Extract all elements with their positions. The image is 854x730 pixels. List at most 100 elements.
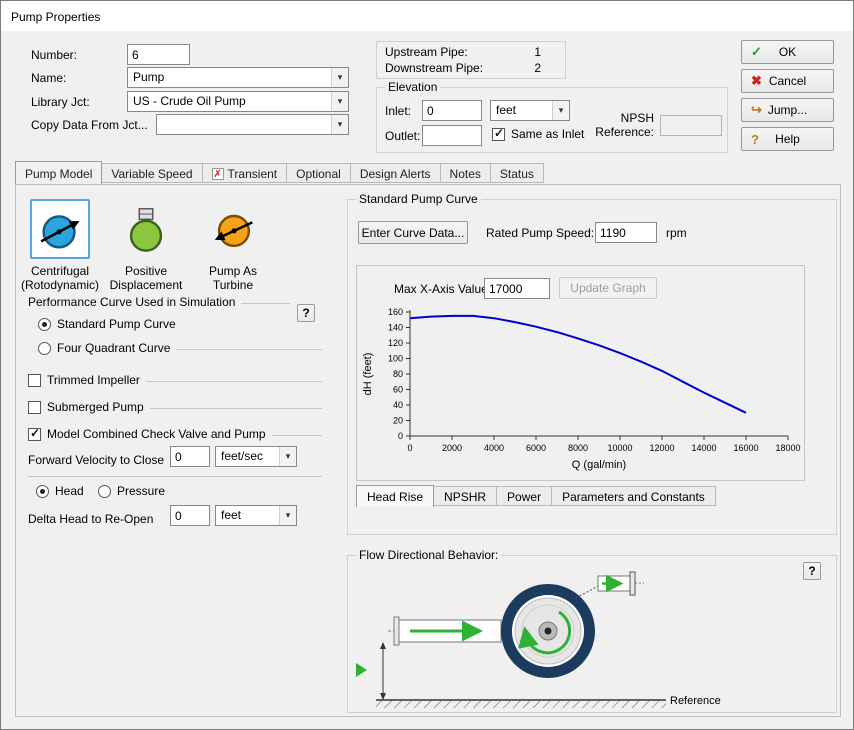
centrifugal-pump-icon bbox=[34, 203, 86, 255]
standard-pump-curve-radio-row[interactable]: Standard Pump Curve bbox=[38, 317, 176, 331]
cancel-button[interactable]: ✖ Cancel bbox=[741, 69, 834, 93]
sub-tab-head-rise[interactable]: Head Rise bbox=[356, 485, 434, 507]
submerged-pump-row[interactable]: Submerged Pump bbox=[28, 400, 322, 414]
positive-displacement-label: PositiveDisplacement bbox=[98, 264, 194, 292]
outlet-elevation-input[interactable] bbox=[422, 125, 482, 146]
svg-text:6000: 6000 bbox=[526, 443, 546, 453]
trimmed-impeller-row[interactable]: Trimmed Impeller bbox=[28, 373, 322, 387]
svg-text:0: 0 bbox=[398, 431, 403, 441]
delta-head-unit: feet bbox=[216, 506, 279, 525]
submerged-pump-checkbox[interactable] bbox=[28, 401, 41, 414]
svg-text:8000: 8000 bbox=[568, 443, 588, 453]
pump-type-centrifugal-button[interactable] bbox=[30, 199, 90, 259]
downstream-pipe-label: Downstream Pipe: bbox=[385, 61, 483, 75]
name-label: Name: bbox=[31, 71, 66, 85]
update-graph-button: Update Graph bbox=[559, 277, 657, 299]
inlet-elevation-input[interactable] bbox=[422, 100, 482, 121]
standard-pump-curve-radio[interactable] bbox=[38, 318, 51, 331]
forward-velocity-unit-combo[interactable]: feet/sec ▾ bbox=[215, 446, 297, 467]
divider bbox=[28, 476, 322, 477]
four-quadrant-radio-row[interactable]: Four Quadrant Curve bbox=[38, 341, 322, 355]
svg-text:80: 80 bbox=[393, 369, 403, 379]
pump-type-positive-displacement-button[interactable] bbox=[116, 199, 176, 259]
flow-behavior-help-button[interactable]: ? bbox=[803, 562, 821, 580]
help-button[interactable]: ? Help bbox=[741, 127, 834, 151]
tab-notes[interactable]: Notes bbox=[441, 163, 491, 183]
forward-velocity-input[interactable] bbox=[170, 446, 210, 467]
sub-tab-power[interactable]: Power bbox=[497, 486, 552, 506]
pump-as-turbine-label: Pump AsTurbine bbox=[185, 264, 281, 292]
pump-properties-dialog: Pump Properties Number: Name: Pump ▾ Lib… bbox=[0, 0, 854, 730]
name-combo[interactable]: Pump ▾ bbox=[127, 67, 349, 88]
transient-status-icon: ✗ bbox=[212, 168, 224, 180]
number-input[interactable] bbox=[127, 44, 190, 65]
library-jct-combo[interactable]: US - Crude Oil Pump ▾ bbox=[127, 91, 349, 112]
copy-data-label: Copy Data From Jct... bbox=[31, 118, 148, 132]
pump-type-turbine-button[interactable] bbox=[203, 199, 263, 259]
ok-button[interactable]: ✓ OK bbox=[741, 40, 834, 64]
trimmed-impeller-checkbox[interactable] bbox=[28, 374, 41, 387]
svg-text:60: 60 bbox=[393, 385, 403, 395]
elevation-group-title: Elevation bbox=[385, 80, 440, 94]
chevron-down-icon[interactable]: ▾ bbox=[552, 101, 569, 120]
delta-head-unit-combo[interactable]: feet ▾ bbox=[215, 505, 297, 526]
flow-directional-behavior-group: Flow Directional Behavior: ? Reference bbox=[347, 555, 837, 713]
delta-head-input[interactable] bbox=[170, 505, 210, 526]
svg-text:0: 0 bbox=[407, 443, 412, 453]
model-combined-check-valve-row[interactable]: Model Combined Check Valve and Pump bbox=[28, 427, 322, 441]
svg-text:2000: 2000 bbox=[442, 443, 462, 453]
rated-pump-speed-input[interactable] bbox=[595, 222, 657, 243]
name-combo-value: Pump bbox=[128, 68, 331, 87]
pressure-radio-row[interactable]: Pressure bbox=[98, 484, 165, 498]
tab-status[interactable]: Status bbox=[491, 163, 544, 183]
tab-pump-model[interactable]: Pump Model bbox=[15, 161, 102, 184]
chevron-down-icon[interactable]: ▾ bbox=[331, 115, 348, 134]
svg-text:18000: 18000 bbox=[775, 443, 800, 453]
head-radio-row[interactable]: Head bbox=[36, 484, 84, 498]
performance-curve-help-button[interactable]: ? bbox=[297, 304, 315, 322]
svg-text:160: 160 bbox=[388, 307, 403, 317]
svg-text:40: 40 bbox=[393, 400, 403, 410]
svg-text:14000: 14000 bbox=[691, 443, 716, 453]
same-as-inlet-label: Same as Inlet bbox=[511, 127, 584, 141]
svg-text:16000: 16000 bbox=[733, 443, 758, 453]
chevron-down-icon[interactable]: ▾ bbox=[279, 506, 296, 525]
rated-pump-speed-unit: rpm bbox=[666, 226, 687, 240]
copy-data-combo[interactable]: ▾ bbox=[156, 114, 349, 135]
standard-pump-curve-group-title: Standard Pump Curve bbox=[356, 192, 481, 206]
sub-tab-npshr[interactable]: NPSHR bbox=[434, 486, 497, 506]
same-as-inlet-checkbox[interactable] bbox=[492, 128, 505, 141]
tab-optional[interactable]: Optional bbox=[287, 163, 351, 183]
tab-design-alerts[interactable]: Design Alerts bbox=[351, 163, 441, 183]
jump-button[interactable]: ↪ Jump... bbox=[741, 98, 834, 122]
outlet-label: Outlet: bbox=[385, 129, 420, 143]
jump-arrow-icon: ↪ bbox=[751, 102, 762, 118]
chevron-down-icon[interactable]: ▾ bbox=[331, 68, 348, 87]
same-as-inlet-row[interactable]: Same as Inlet bbox=[492, 127, 584, 141]
tab-transient[interactable]: ✗ Transient bbox=[203, 163, 288, 183]
svg-text:12000: 12000 bbox=[649, 443, 674, 453]
library-jct-label: Library Jct: bbox=[31, 95, 90, 109]
elevation-group: Elevation Inlet: feet ▾ Outlet: Same as … bbox=[376, 87, 728, 153]
standard-pump-curve-group: Standard Pump Curve Enter Curve Data... … bbox=[347, 199, 837, 535]
forward-velocity-unit: feet/sec bbox=[216, 447, 279, 466]
ok-check-icon: ✓ bbox=[751, 44, 762, 60]
pressure-radio[interactable] bbox=[98, 485, 111, 498]
chevron-down-icon[interactable]: ▾ bbox=[331, 92, 348, 111]
divider bbox=[150, 408, 322, 409]
performance-curve-heading-row: Performance Curve Used in Simulation bbox=[28, 295, 290, 309]
model-combined-check-valve-checkbox[interactable] bbox=[28, 428, 41, 441]
chevron-down-icon[interactable]: ▾ bbox=[279, 447, 296, 466]
head-radio[interactable] bbox=[36, 485, 49, 498]
tab-strip: Pump Model Variable Speed ✗ Transient Op… bbox=[15, 161, 544, 183]
inlet-unit-combo[interactable]: feet ▾ bbox=[490, 100, 570, 121]
enter-curve-data-button[interactable]: Enter Curve Data... bbox=[358, 221, 468, 244]
tab-variable-speed[interactable]: Variable Speed bbox=[102, 163, 202, 183]
max-x-axis-input[interactable] bbox=[484, 278, 550, 299]
svg-text:120: 120 bbox=[388, 338, 403, 348]
sub-tab-parameters-constants[interactable]: Parameters and Constants bbox=[552, 486, 716, 506]
pump-curve-chart-box: Max X-Axis Value: Update Graph 020406080… bbox=[356, 265, 805, 481]
four-quadrant-radio[interactable] bbox=[38, 342, 51, 355]
divider bbox=[146, 381, 322, 382]
divider bbox=[241, 303, 290, 304]
